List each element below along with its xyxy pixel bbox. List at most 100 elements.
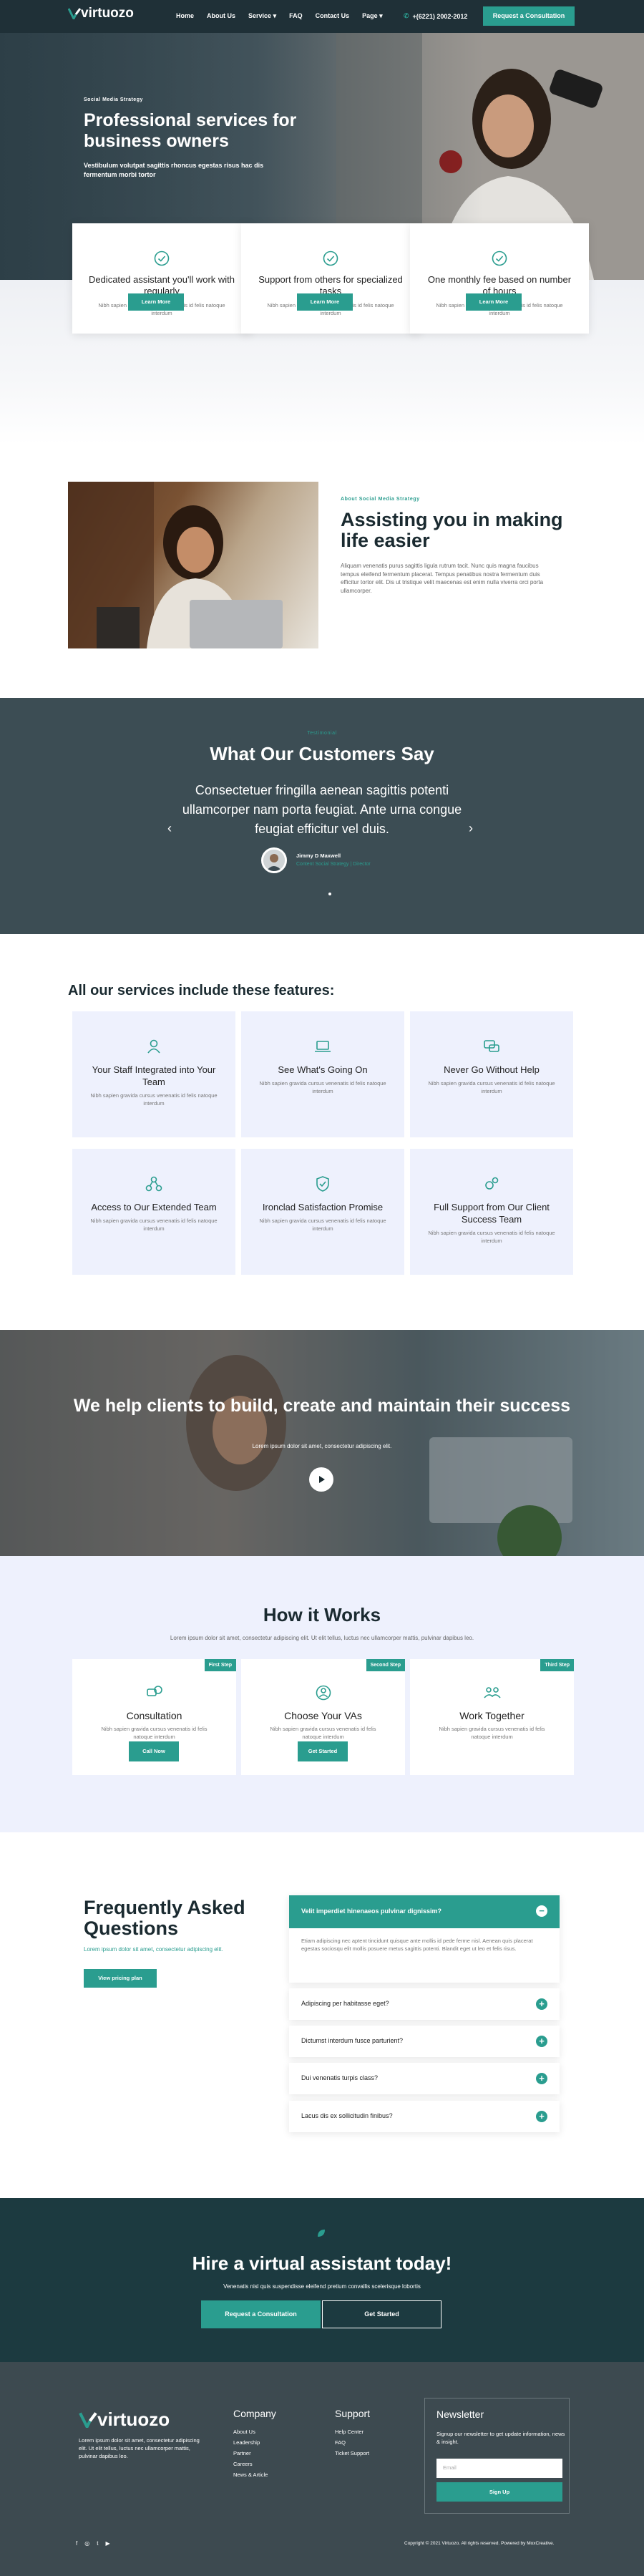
cta-title: Hire a virtual assistant today!: [192, 2252, 452, 2274]
testimonial-role: Content Social Strategy | Director: [296, 862, 371, 867]
assist-title: Assisting you in making life easier: [341, 509, 563, 551]
cta-section: [0, 2198, 644, 2362]
chevron-down-icon: ▾: [273, 12, 277, 19]
service-text: Nibh sapien gravida cursus venenatis id …: [90, 1217, 218, 1232]
faq-item[interactable]: Dictumst interdum fusce parturient? +: [289, 2026, 560, 2057]
play-button[interactable]: [309, 1467, 333, 1492]
testimonial-quote: Consectetuer fringilla aenean sagittis p…: [182, 783, 462, 836]
service-title: Your Staff Integrated into Your Team: [92, 1064, 216, 1087]
nav-faq[interactable]: FAQ: [289, 12, 303, 20]
service-card: Full Support from Our Client Success Tea…: [410, 1149, 573, 1275]
check-circle-icon: [154, 251, 170, 266]
learn-more-button[interactable]: Learn More: [466, 293, 522, 311]
learn-more-button[interactable]: Learn More: [297, 293, 353, 311]
faq-question-text: Dui venenatis turpis class?: [301, 2074, 379, 2081]
service-title: Access to Our Extended Team: [91, 1202, 217, 1212]
team-icon: [147, 1039, 160, 1054]
request-consultation-button[interactable]: Request a Consultation: [201, 2300, 321, 2328]
request-consultation-button[interactable]: Request a Consultation: [483, 6, 575, 26]
faq-question-text: Lacus dis ex sollicitudin finibus?: [301, 2112, 393, 2119]
footer-link[interactable]: News & Article: [233, 2471, 268, 2478]
faq-question-text: Velit imperdiet hinenaeos pulvinar digni…: [301, 1907, 442, 1915]
nav-service[interactable]: Service ▾: [248, 12, 276, 20]
logo-text: virtuozo: [81, 6, 134, 21]
step-badge: Second Step: [366, 1659, 405, 1671]
service-text: Nibh sapien gravida cursus venenatis id …: [428, 1230, 555, 1244]
view-pricing-button[interactable]: View pricing plan: [84, 1969, 157, 1988]
nav-page[interactable]: Page ▾: [362, 12, 383, 20]
chevron-left-icon[interactable]: ‹: [167, 821, 172, 836]
footer-link[interactable]: Help Center: [335, 2429, 364, 2435]
network-icon: [145, 1176, 162, 1192]
service-card: Access to Our Extended Team Nibh sapien …: [72, 1149, 235, 1275]
step-card: First Step Consultation Nibh sapien grav…: [72, 1659, 236, 1775]
step-title: Consultation: [126, 1710, 182, 1721]
step-title: Choose Your VAs: [284, 1710, 362, 1721]
consultation-icon: [146, 1686, 162, 1696]
choose-icon: [316, 1685, 331, 1701]
laptop-icon: [315, 1041, 331, 1052]
check-circle-icon: [323, 251, 338, 266]
service-card: See What's Going On Nibh sapien gravida …: [241, 1011, 404, 1137]
instagram-icon[interactable]: ◎: [84, 2540, 89, 2547]
logo-text: virtuozo: [97, 2409, 170, 2430]
avatar-art: [263, 850, 285, 871]
step-text: Nibh sapien gravida cursus venenatis id …: [101, 1726, 208, 1740]
video-band-title: We help clients to build, create and mai…: [73, 1396, 571, 1416]
nav-page-label: Page: [362, 12, 378, 19]
service-title: See What's Going On: [278, 1064, 368, 1075]
footer-link[interactable]: FAQ: [335, 2439, 346, 2446]
feature-card: One monthly fee based on number of hours…: [410, 223, 589, 334]
newsletter-email-input[interactable]: Email: [436, 2459, 562, 2478]
check-circle-icon: [492, 251, 507, 266]
logo[interactable]: virtuozo: [68, 6, 134, 21]
nav-home[interactable]: Home: [176, 12, 194, 20]
service-text: Nibh sapien gravida cursus venenatis id …: [259, 1217, 386, 1232]
get-started-button[interactable]: Get Started: [322, 2300, 441, 2328]
video-band-subtitle: Lorem ipsum dolor sit amet, consectetur …: [252, 1443, 392, 1449]
service-card: Ironclad Satisfaction Promise Nibh sapie…: [241, 1149, 404, 1275]
main-nav: Home About Us Service ▾ FAQ Contact Us P…: [176, 12, 383, 20]
faq-answer: Etiam adipiscing nec aptent tincidunt qu…: [301, 1938, 533, 1952]
call-now-button[interactable]: Call Now: [129, 1741, 179, 1761]
learn-more-button[interactable]: Learn More: [128, 293, 184, 311]
step-badge: First Step: [204, 1659, 236, 1671]
twitter-icon[interactable]: t: [97, 2540, 98, 2547]
chat-icon: [484, 1040, 499, 1052]
feature-card: Dedicated assistant you'll work with reg…: [72, 223, 251, 334]
nav-contact[interactable]: Contact Us: [316, 12, 350, 20]
step-card: Second Step Choose Your VAs Nibh sapien …: [241, 1659, 405, 1775]
how-title: How it Works: [263, 1604, 381, 1625]
plus-icon: +: [536, 2073, 547, 2084]
newsletter-signup-button[interactable]: Sign Up: [436, 2482, 562, 2502]
testimonial-title: What Our Customers Say: [210, 743, 434, 764]
faq-question[interactable]: Velit imperdiet hinenaeos pulvinar digni…: [289, 1895, 560, 1928]
assist-photo-art: [68, 482, 283, 648]
footer-link[interactable]: About Us: [233, 2429, 255, 2435]
header-phone[interactable]: ✆ +(6221) 2002-2012: [404, 12, 467, 20]
chevron-right-icon[interactable]: ›: [469, 821, 473, 836]
gears-icon: [485, 1177, 499, 1190]
feature-card: Support from others for specialized task…: [241, 223, 420, 334]
faq-item[interactable]: Adipiscing per habitasse eget? +: [289, 1988, 560, 2020]
get-started-button[interactable]: Get Started: [298, 1741, 348, 1761]
carousel-dot[interactable]: [328, 893, 331, 895]
service-text: Nibh sapien gravida cursus venenatis id …: [259, 1080, 386, 1094]
footer-link[interactable]: Partner: [233, 2450, 251, 2456]
service-text: Nibh sapien gravida cursus venenatis id …: [428, 1080, 555, 1094]
faq-item[interactable]: Lacus dis ex sollicitudin finibus? +: [289, 2101, 560, 2132]
minus-icon: −: [536, 1905, 547, 1917]
footer-logo[interactable]: virtuozo: [79, 2409, 170, 2431]
step-badge: Third Step: [540, 1659, 574, 1671]
footer-description: Lorem ipsum dolor sit amet, consectetur …: [79, 2437, 200, 2459]
plus-icon: +: [536, 1998, 547, 2010]
footer-link[interactable]: Ticket Support: [335, 2450, 369, 2456]
service-title: Never Go Without Help: [444, 1064, 540, 1075]
footer-link[interactable]: Careers: [233, 2461, 253, 2467]
nav-about[interactable]: About Us: [207, 12, 235, 20]
youtube-icon[interactable]: ▶: [105, 2540, 109, 2547]
site-header: virtuozo Home About Us Service ▾ FAQ Con…: [0, 0, 644, 33]
faq-item[interactable]: Dui venenatis turpis class? +: [289, 2063, 560, 2094]
facebook-icon[interactable]: f: [76, 2540, 77, 2547]
footer-link[interactable]: Leadership: [233, 2439, 260, 2446]
